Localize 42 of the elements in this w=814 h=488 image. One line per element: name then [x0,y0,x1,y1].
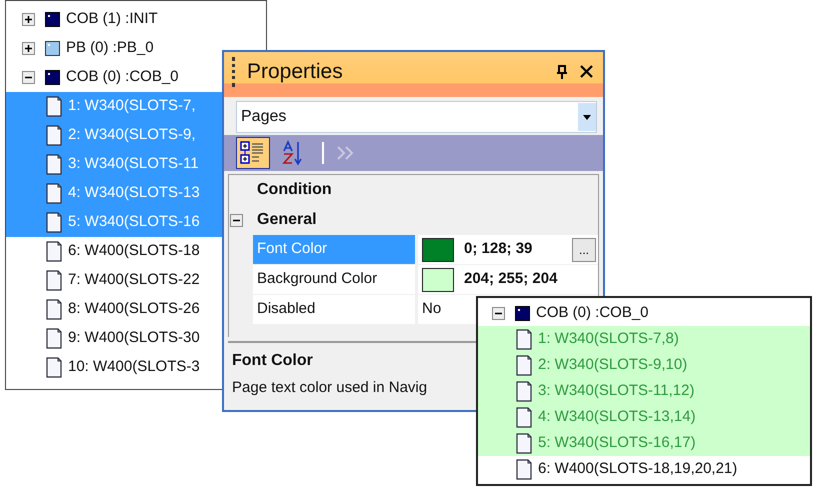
property-value: 0; 128; 39 [464,239,532,260]
page-icon [46,183,62,204]
page-icon [46,328,62,349]
property-value: 204; 255; 204 [464,269,558,290]
page-icon [516,380,532,402]
page-icon [46,212,62,233]
page-icon [516,328,532,350]
tree-item[interactable]: COB (1) :INIT [6,5,266,34]
expand-icon[interactable] [22,42,35,55]
page-icon [516,354,532,376]
property-name[interactable]: Disabled [253,295,415,324]
page-icon [516,458,532,480]
categorized-view-button[interactable] [236,137,270,169]
page-icon [46,125,62,146]
page-icon [46,270,62,291]
collapse-icon[interactable] [492,306,505,320]
property-name[interactable]: Background Color [253,265,415,294]
page-icon [46,96,62,117]
page-icon [46,241,62,262]
ellipsis-button[interactable]: ... [572,238,596,262]
block-icon [515,306,530,320]
close-icon[interactable] [580,65,593,78]
page-icon [516,406,532,428]
page-icon [516,432,532,454]
collapse-icon[interactable] [22,71,35,84]
description-title: Font Color [232,351,313,371]
tree-item[interactable]: COB (0) :COB_0 [478,300,810,326]
page-icon [46,299,62,320]
tree-item[interactable]: 6: W400(SLOTS-18,19,20,21) [478,456,810,482]
pin-icon[interactable] [556,64,568,78]
tree-item[interactable]: 9: W400(SLOTS-30 [6,324,266,353]
object-dropdown[interactable]: Pages [236,101,597,133]
property-value: No [422,299,442,320]
block-icon [45,70,60,85]
collapse-icon[interactable] [230,214,242,226]
expand-icon[interactable] [22,13,35,26]
page-icon [46,357,62,378]
description-text: Page text color used in Navig [232,378,428,398]
block-icon [45,12,60,27]
block-icon [45,41,60,56]
page-icon [46,154,62,175]
grip-icon[interactable] [232,56,235,86]
